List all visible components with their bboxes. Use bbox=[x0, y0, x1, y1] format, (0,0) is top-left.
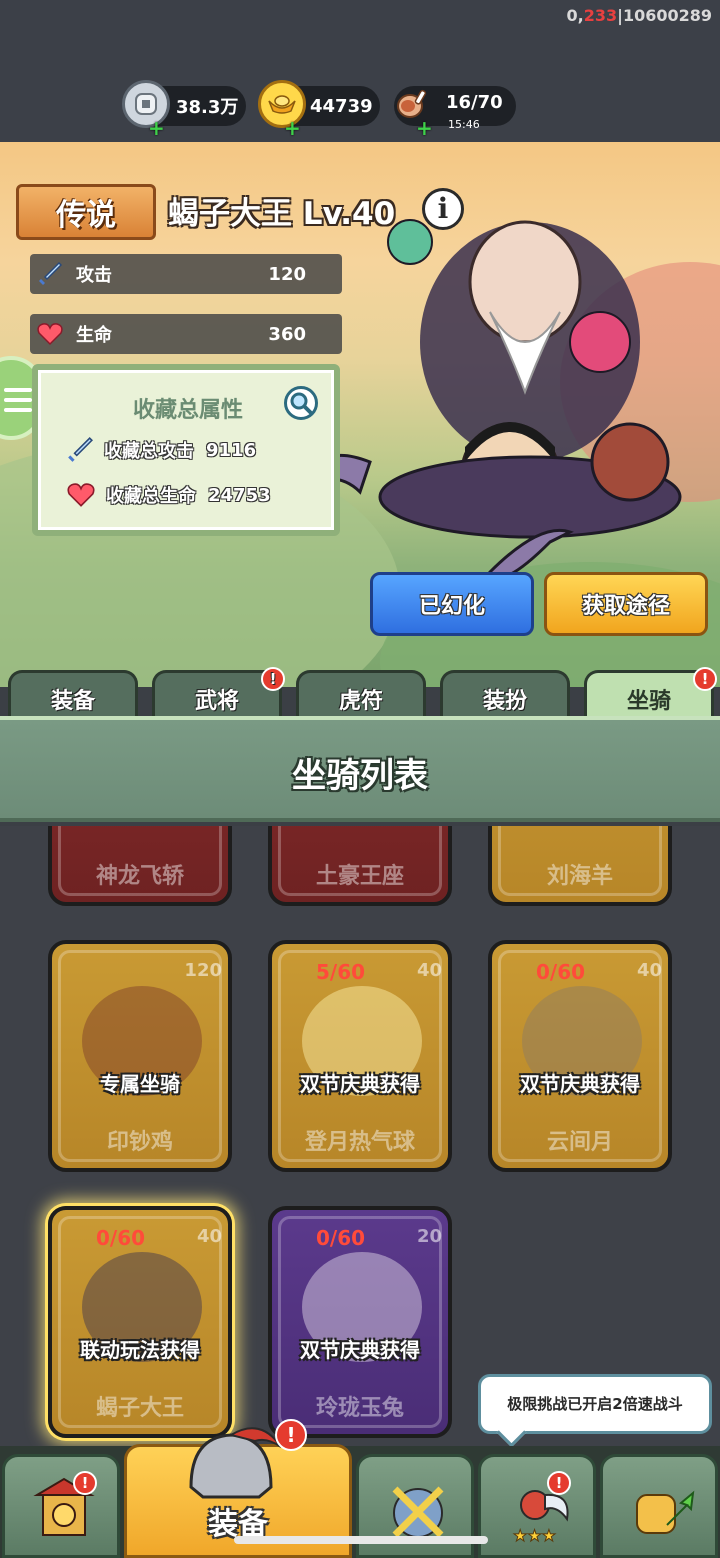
hero-name: 蝎子大王 Lv.40 bbox=[168, 196, 396, 232]
heart-icon bbox=[67, 483, 95, 507]
stat-hp: 生命 360 bbox=[30, 314, 342, 354]
svg-text:★★★: ★★★ bbox=[513, 1526, 556, 1545]
mount-card[interactable]: 5/60 40 双节庆典获得 登月热气球 bbox=[268, 940, 452, 1172]
obtain-method-button[interactable]: 获取途径 bbox=[544, 572, 708, 636]
debug-readout: 0,233|10600289 bbox=[566, 6, 712, 25]
top-bar: 0,233|10600289 + 38.3万 + 44739 + 16/70 1… bbox=[0, 0, 720, 142]
menu-line-icon bbox=[4, 388, 32, 392]
mount-card-selected[interactable]: 0/60 40 联动玩法获得 蝎子大王 bbox=[48, 1206, 232, 1438]
tab-tiger-tally[interactable]: 虎符 bbox=[296, 670, 426, 718]
magnifier-icon[interactable] bbox=[284, 386, 318, 420]
collection-panel: 收藏总属性 收藏总攻击 9116 收藏总生命 24753 bbox=[32, 364, 340, 536]
mount-card[interactable]: 0/60 40 双节庆典获得 云间月 bbox=[488, 940, 672, 1172]
collection-hp-row: 收藏总生命 24753 bbox=[66, 482, 271, 508]
nav-shop-button[interactable]: ! bbox=[2, 1454, 120, 1558]
gold-resource[interactable]: + 44739 bbox=[258, 80, 380, 138]
add-stamina-icon[interactable]: + bbox=[416, 118, 433, 138]
mount-card[interactable]: 刘海羊 bbox=[488, 826, 672, 906]
mount-list-header: 坐骑列表 bbox=[0, 716, 720, 822]
menu-line-icon bbox=[4, 398, 32, 402]
mount-card[interactable]: 土豪王座 bbox=[268, 826, 452, 906]
alert-badge: ! bbox=[275, 1419, 307, 1451]
category-tabs: 装备 武将 ! 虎符 装扮 坐骑 ! bbox=[0, 667, 720, 718]
mount-list-title: 坐骑列表 bbox=[292, 756, 428, 796]
nav-upgrade-button[interactable] bbox=[600, 1454, 718, 1558]
stat-attack: 攻击 120 bbox=[30, 254, 342, 294]
tab-generals[interactable]: 武将 ! bbox=[152, 667, 285, 718]
sword-icon bbox=[30, 254, 70, 294]
rarity-badge: 传说 bbox=[16, 184, 156, 240]
stamina-resource[interactable]: + 16/70 15:46 bbox=[394, 86, 516, 138]
add-silver-icon[interactable]: + bbox=[148, 118, 165, 138]
collection-attack-row: 收藏总攻击 9116 bbox=[66, 436, 256, 464]
mount-card[interactable]: 0/60 20 双节庆典获得 玲珑玉兔 bbox=[268, 1206, 452, 1438]
silver-resource[interactable]: + 38.3万 bbox=[122, 80, 246, 138]
info-button[interactable]: i bbox=[422, 188, 464, 230]
alert-badge: ! bbox=[547, 1471, 571, 1495]
mount-card[interactable]: 获得 神龙飞轿 bbox=[48, 826, 232, 906]
fist-upgrade-icon bbox=[636, 1490, 695, 1534]
heart-icon bbox=[30, 314, 70, 354]
menu-line-icon bbox=[4, 408, 32, 412]
mount-card[interactable]: 120 专属坐骑 印钞鸡 bbox=[48, 940, 232, 1172]
add-gold-icon[interactable]: + bbox=[284, 118, 301, 138]
nav-hero-button[interactable]: ★★★ ! bbox=[478, 1454, 596, 1558]
mount-grid: 获得 神龙飞轿 土豪王座 刘海羊 120 专属坐骑 印钞鸡 5/60 40 双节… bbox=[0, 826, 720, 1446]
home-indicator bbox=[234, 1536, 488, 1544]
tab-costume[interactable]: 装扮 bbox=[440, 670, 570, 718]
hero-scene: 传说 蝎子大王 Lv.40 i 攻击 120 生命 360 收藏总属性 收藏总攻… bbox=[0, 142, 720, 687]
transformed-button[interactable]: 已幻化 bbox=[370, 572, 534, 636]
sword-icon bbox=[68, 437, 93, 462]
alert-badge: ! bbox=[73, 1471, 97, 1495]
tab-mount[interactable]: 坐骑 ! bbox=[584, 667, 717, 718]
tab-equipment[interactable]: 装备 bbox=[8, 670, 138, 718]
event-tooltip: 极限挑战已开启2倍速战斗 bbox=[478, 1374, 712, 1434]
crossed-swords-icon bbox=[392, 1486, 444, 1538]
alert-badge: ! bbox=[261, 667, 285, 691]
alert-badge: ! bbox=[693, 667, 717, 691]
